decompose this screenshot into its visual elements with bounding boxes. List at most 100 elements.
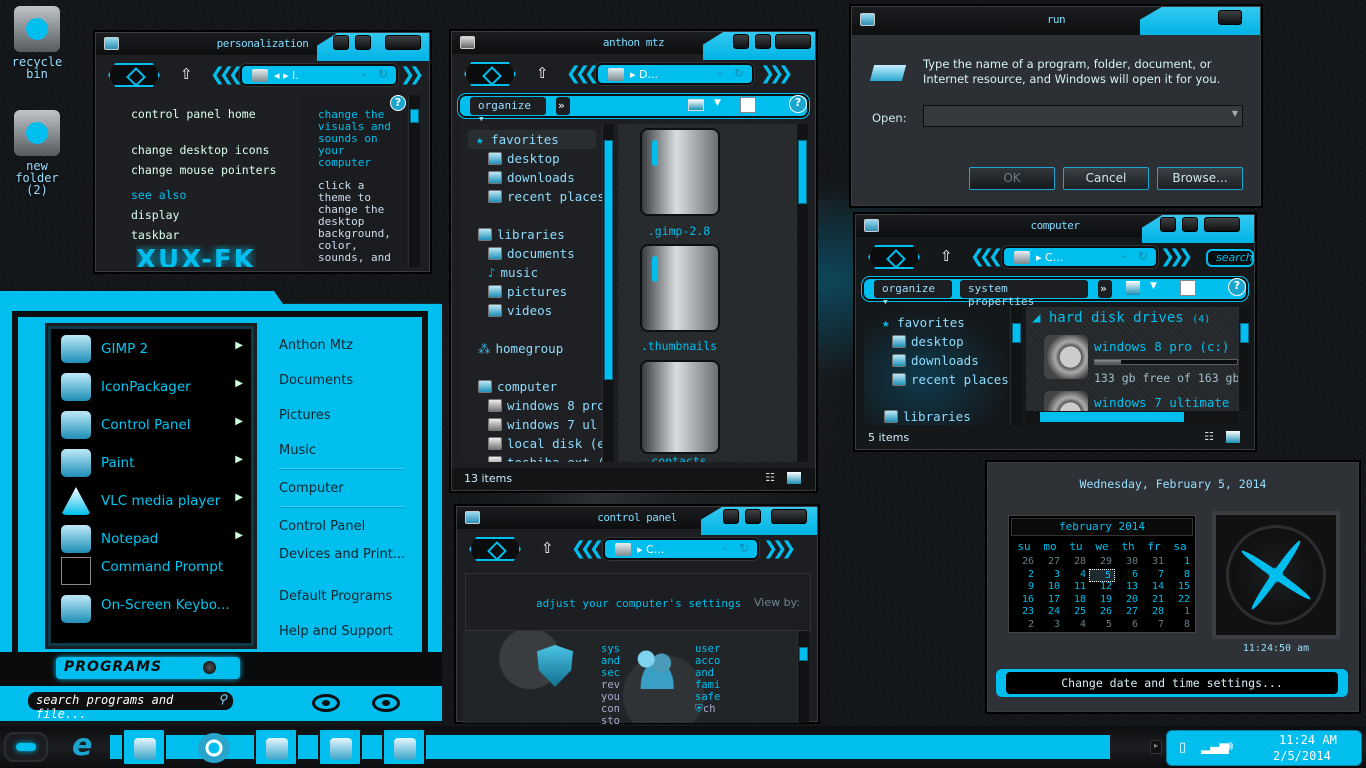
minimize-button[interactable] <box>333 35 349 50</box>
calendar-day[interactable]: 2 <box>1011 619 1037 630</box>
change-view-icon[interactable] <box>688 99 704 111</box>
calendar-day[interactable]: 5 <box>1089 568 1115 582</box>
calendar-day[interactable]: 12 <box>1089 581 1115 592</box>
shield-icon[interactable] <box>537 645 573 687</box>
calendar-day[interactable]: 19 <box>1089 594 1115 605</box>
calendar-day[interactable]: 20 <box>1115 594 1141 605</box>
nav-item-desktop[interactable]: desktop <box>488 149 560 168</box>
shutdown-button[interactable] <box>312 694 340 712</box>
start-link-computer[interactable]: Computer <box>279 481 344 496</box>
up-arrow-icon[interactable]: ⇧ <box>541 539 554 557</box>
calendar-day[interactable]: 18 <box>1063 594 1089 605</box>
hard-drive-icon[interactable] <box>1044 335 1088 379</box>
show-hidden-icons-button[interactable]: ▸ <box>1150 740 1162 754</box>
calendar-day[interactable]: 27 <box>1115 606 1141 617</box>
nav-item-music[interactable]: ♪ music <box>488 263 538 282</box>
nav-item-documents[interactable]: documents <box>488 244 575 263</box>
start-link-default-programs[interactable]: Default Programs <box>279 589 392 604</box>
start-link-pictures[interactable]: Pictures <box>279 408 330 423</box>
close-button[interactable] <box>385 35 421 50</box>
chevron-down-icon[interactable]: ▼ <box>1232 109 1238 118</box>
file-scrollbar[interactable] <box>796 124 808 462</box>
minimize-button[interactable] <box>1160 217 1176 232</box>
nav-header-libraries[interactable]: libraries <box>884 407 971 426</box>
title-bar[interactable]: personalization <box>96 33 429 61</box>
nav-item-desktop[interactable]: desktop <box>892 332 964 351</box>
nav-item-drive[interactable]: local disk (e:) <box>488 434 602 453</box>
large-icons-view-icon[interactable] <box>1226 431 1240 443</box>
calendar-day[interactable]: 1 <box>1167 606 1193 617</box>
address-bar[interactable]: ◂ ▸ I. ⌄ ↻ <box>240 64 398 86</box>
folder-icon[interactable] <box>642 362 718 452</box>
cancel-button[interactable]: Cancel <box>1063 167 1149 190</box>
address-bar[interactable]: ▸ D... ⌄ ↻ <box>596 63 754 85</box>
all-programs-button[interactable]: PROGRAMS <box>56 657 240 679</box>
link-control-panel-home[interactable]: control panel home <box>131 105 256 124</box>
horizontal-scrollbar[interactable] <box>1026 411 1238 423</box>
category-system-security[interactable]: sys and sec rev you con sto <box>601 643 620 727</box>
browse-button[interactable]: Browse... <box>1157 167 1243 190</box>
maximize-button[interactable] <box>1182 217 1198 232</box>
nav-item-videos[interactable]: videos <box>488 301 552 320</box>
open-input[interactable]: ▼ <box>923 105 1243 127</box>
power-icon[interactable]: ▯ <box>1179 740 1186 755</box>
taskbar-button-run[interactable] <box>318 728 362 766</box>
change-date-time-button[interactable]: Change date and time settings... <box>996 669 1348 697</box>
view-by-label[interactable]: View by: <box>754 596 800 609</box>
calendar-day[interactable]: 22 <box>1167 594 1193 605</box>
calendar-day[interactable]: 7 <box>1141 569 1167 580</box>
program-item-notepad[interactable]: Notepad ▶ <box>61 523 251 555</box>
calendar-day[interactable]: 21 <box>1141 594 1167 605</box>
chevron-down-icon[interactable]: ⌄ <box>721 542 729 553</box>
program-item-gimp[interactable]: GIMP 2 ▶ <box>61 333 251 365</box>
nav-header-favorites[interactable]: ★ favorites <box>882 313 965 332</box>
drives-scrollbar[interactable] <box>1238 307 1250 411</box>
back-forward-button[interactable] <box>469 537 521 561</box>
calendar-day[interactable]: 29 <box>1089 556 1115 567</box>
close-button[interactable] <box>771 509 807 524</box>
calendar-day[interactable]: 23 <box>1011 606 1037 617</box>
internet-explorer-icon[interactable]: e <box>72 730 106 764</box>
nav-item-pictures[interactable]: pictures <box>488 282 567 301</box>
calendar-day[interactable]: 14 <box>1141 581 1167 592</box>
file-label[interactable]: .thumbnails <box>624 339 734 353</box>
chevron-down-icon[interactable]: ⌄ <box>716 67 724 78</box>
calendar-day[interactable]: 28 <box>1141 606 1167 617</box>
nav-scrollbar[interactable] <box>1010 307 1022 425</box>
search-box[interactable]: search <box>1206 249 1254 267</box>
title-bar[interactable]: run <box>852 7 1260 35</box>
program-item-vlc[interactable]: VLC media player ▶ <box>61 485 251 517</box>
chevron-down-icon[interactable]: ▼ <box>714 98 721 108</box>
start-link-documents[interactable]: Documents <box>279 373 353 388</box>
group-header-hard-disk-drives[interactable]: ◢ hard disk drives (4) <box>1032 309 1210 329</box>
calendar-day[interactable]: 28 <box>1063 556 1089 567</box>
back-forward-button[interactable] <box>108 63 160 87</box>
desktop-icon-recycle-bin[interactable]: recycle bin <box>2 6 72 80</box>
calendar-day[interactable]: 24 <box>1037 606 1063 617</box>
calendar-day[interactable]: 4 <box>1063 569 1089 580</box>
scrollbar[interactable] <box>797 631 809 723</box>
up-arrow-icon[interactable]: ⇧ <box>536 64 549 82</box>
calendar-day[interactable]: 10 <box>1037 581 1063 592</box>
start-link-devices-printers[interactable]: Devices and Print... <box>279 547 405 562</box>
nav-item-downloads[interactable]: downloads <box>892 351 979 370</box>
desktop-icon-new-folder[interactable]: new folder (2) <box>2 110 72 196</box>
calendar-day[interactable]: 17 <box>1037 594 1063 605</box>
link-change-mouse-pointers[interactable]: change mouse pointers <box>131 161 276 180</box>
power-options-button[interactable] <box>372 694 400 712</box>
back-forward-button[interactable] <box>868 245 920 269</box>
back-forward-button[interactable] <box>464 62 516 86</box>
help-icon[interactable]: ? <box>1228 278 1246 296</box>
calendar-day[interactable]: 27 <box>1037 556 1063 567</box>
organize-button[interactable]: organize ▾ <box>470 97 546 125</box>
nav-item-recent-places[interactable]: recent places <box>488 187 602 206</box>
calendar-day[interactable]: 31 <box>1141 556 1167 567</box>
maximize-button[interactable] <box>755 34 771 49</box>
calendar-day[interactable]: 8 <box>1167 619 1193 630</box>
maximize-button[interactable] <box>745 509 761 524</box>
address-bar[interactable]: ▸ C... ⌄ ↻ <box>603 538 759 560</box>
title-bar[interactable]: anthon mtz <box>452 32 815 60</box>
close-button[interactable] <box>1218 10 1242 25</box>
organize-button[interactable]: organize ▾ <box>874 280 952 308</box>
file-label[interactable]: .gimp-2.8 <box>624 224 734 238</box>
